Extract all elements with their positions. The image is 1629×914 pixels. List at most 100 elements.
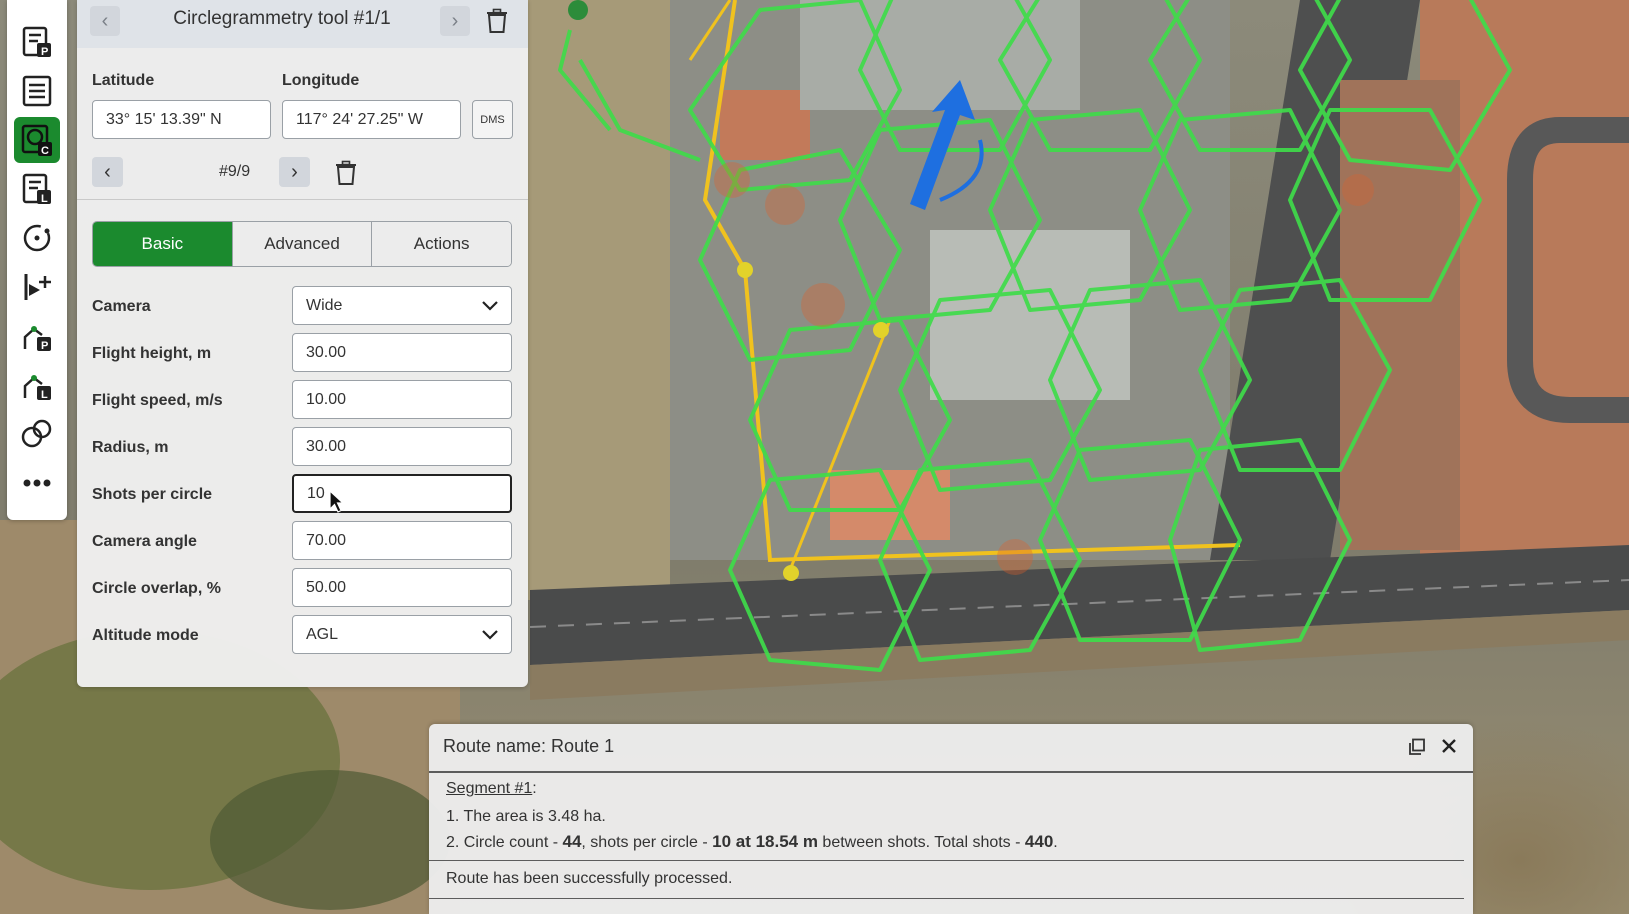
more-button[interactable] <box>14 460 60 506</box>
svg-text:L: L <box>41 193 48 205</box>
previous-tool-button[interactable]: ‹ <box>90 6 120 36</box>
building <box>930 230 1130 400</box>
altitude-mode-select[interactable]: AGL <box>292 615 512 654</box>
camera-angle-input[interactable]: 70.00 <box>292 521 512 560</box>
waypoint-marker <box>737 262 753 278</box>
photogrammetry-report-icon: P <box>22 26 51 58</box>
waypoint-marker <box>783 565 799 581</box>
flight-speed-input[interactable]: 10.00 <box>292 380 512 419</box>
radius-input[interactable]: 30.00 <box>292 427 512 466</box>
circle-overlap-input[interactable]: 50.00 <box>292 568 512 607</box>
svg-text:L: L <box>41 389 48 401</box>
divider <box>429 898 1464 899</box>
copy-icon[interactable] <box>1408 738 1426 756</box>
chevron-right-icon: › <box>451 9 459 32</box>
mouse-cursor-icon <box>329 490 345 513</box>
camera-angle-label: Camera angle <box>92 533 197 550</box>
building <box>720 90 810 160</box>
next-segment-button[interactable]: › <box>279 157 310 187</box>
polygon-l-button[interactable]: L <box>14 362 60 408</box>
poi-marker <box>1342 174 1374 206</box>
svg-text:P: P <box>41 340 48 352</box>
settings-tabs: Basic Advanced Actions <box>92 221 512 267</box>
camera-select[interactable]: Wide <box>292 286 512 325</box>
previous-segment-button[interactable]: ‹ <box>92 157 123 187</box>
shots-detail-value: 10 at 18.54 m <box>712 832 818 851</box>
panel-header: ‹ Circlegrammetry tool #1/1 › <box>77 0 528 48</box>
delete-tool-icon[interactable] <box>485 8 509 34</box>
divider <box>429 771 1473 773</box>
waypoint-marker <box>873 322 889 338</box>
tab-advanced[interactable]: Advanced <box>232 222 373 266</box>
segment-colon: : <box>532 780 537 797</box>
shots-per-circle-input[interactable]: 10 <box>292 474 512 513</box>
altitude-mode-value: AGL <box>306 625 339 643</box>
waypoint-add-button[interactable] <box>14 264 60 310</box>
orbit-icon <box>23 224 51 252</box>
chevron-down-icon <box>482 300 498 311</box>
vegetation-patch <box>210 770 450 910</box>
waypoint-marker <box>568 0 588 20</box>
tab-actions[interactable]: Actions <box>372 222 511 266</box>
tab-basic[interactable]: Basic <box>93 222 233 266</box>
divider <box>429 860 1464 861</box>
segment-heading: Segment #1: <box>446 780 537 798</box>
shapes-icon <box>21 419 52 448</box>
segment-index: #9/9 <box>219 163 251 180</box>
orbit-button[interactable] <box>14 215 60 261</box>
area-info: 1. The area is 3.48 ha. <box>446 808 606 825</box>
svg-text:P: P <box>41 46 48 58</box>
route-info-panel: Route name: Route 1 Segment #1: 1. The a… <box>429 724 1473 914</box>
circlegrammetry-tool-icon: C <box>21 124 52 157</box>
radius-label: Radius, m <box>92 439 169 456</box>
panel-title: Circlegrammetry tool #1/1 <box>173 8 391 29</box>
building <box>830 470 950 540</box>
flight-height-input[interactable]: 30.00 <box>292 333 512 372</box>
divider <box>77 199 528 200</box>
flight-height-label: Flight height, m <box>92 345 212 362</box>
poi-marker <box>714 162 750 198</box>
next-tool-button[interactable]: › <box>440 6 470 36</box>
left-toolbar: P C L P L <box>7 0 67 520</box>
circle-info-text: , shots per circle - <box>581 834 713 851</box>
circle-info: 2. Circle count - 44, shots per circle -… <box>446 832 1058 852</box>
close-icon[interactable] <box>1439 736 1459 756</box>
longitude-label: Longitude <box>282 72 360 89</box>
camera-value: Wide <box>306 296 343 314</box>
camera-label: Camera <box>92 298 151 315</box>
latitude-field[interactable]: 33° 15' 13.39" N <box>92 100 271 139</box>
list-icon <box>22 75 52 107</box>
poi-marker <box>765 185 805 225</box>
flight-speed-label: Flight speed, m/s <box>92 392 223 409</box>
linear-report-button[interactable]: L <box>14 166 60 212</box>
circle-info-prefix: 2. Circle count - <box>446 834 563 851</box>
linear-report-icon: L <box>22 173 51 205</box>
poi-marker <box>997 539 1033 575</box>
more-icon <box>23 479 51 487</box>
polygon-p-button[interactable]: P <box>14 313 60 359</box>
coordinate-format-button[interactable]: DMS <box>472 100 513 139</box>
circle-overlap-label: Circle overlap, % <box>92 580 221 597</box>
chevron-left-icon: ‹ <box>101 9 109 32</box>
circle-info-suffix: . <box>1053 834 1058 851</box>
circle-count-value: 44 <box>562 832 582 851</box>
photogrammetry-report-button[interactable]: P <box>14 19 60 65</box>
shots-per-circle-label: Shots per circle <box>92 486 213 503</box>
route-title: Route name: Route 1 <box>443 736 615 756</box>
shapes-button[interactable] <box>14 411 60 457</box>
delete-segment-icon[interactable] <box>334 160 358 186</box>
circlegrammetry-tool-button[interactable]: C <box>14 117 60 163</box>
chevron-right-icon: › <box>291 160 298 183</box>
circlegrammetry-panel: ‹ Circlegrammetry tool #1/1 › Latitude L… <box>77 0 528 687</box>
longitude-field[interactable]: 117° 24' 27.25" W <box>282 100 461 139</box>
polygon-p-icon: P <box>23 326 51 352</box>
latitude-label: Latitude <box>92 72 155 89</box>
svg-text:C: C <box>41 145 49 157</box>
chevron-down-icon <box>482 629 498 640</box>
segment-link[interactable]: Segment #1 <box>446 780 532 797</box>
list-button[interactable] <box>14 68 60 114</box>
altitude-mode-label: Altitude mode <box>92 627 199 644</box>
status-message: Route has been successfully processed. <box>446 870 733 887</box>
circle-info-text: between shots. Total shots - <box>817 834 1025 851</box>
chevron-left-icon: ‹ <box>104 160 111 183</box>
